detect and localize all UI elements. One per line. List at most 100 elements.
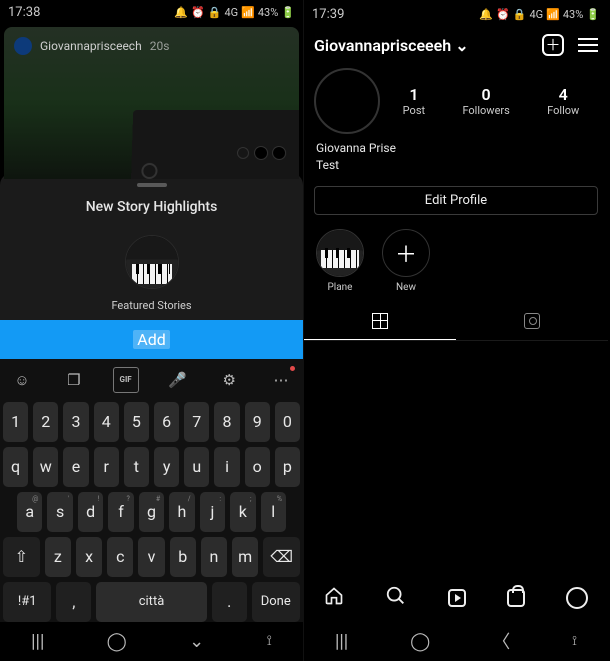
featured-label: Featured Stories xyxy=(0,299,303,312)
stat-following[interactable]: 4 Follow xyxy=(547,85,579,117)
keyboard-toolbar: ☺ ❐ GIF 🎤 ⚙ ⋯ xyxy=(3,365,300,397)
gif-icon[interactable]: GIF xyxy=(113,367,139,393)
nav-search-icon[interactable] xyxy=(385,585,407,612)
stat-followers[interactable]: 0 Followers xyxy=(462,85,509,117)
key-n[interactable]: n xyxy=(201,537,227,577)
nav-shop-icon[interactable] xyxy=(507,589,525,607)
key-o[interactable]: o xyxy=(245,447,270,487)
profile-tabs xyxy=(304,303,608,341)
key-8[interactable]: 8 xyxy=(214,402,239,442)
key-space[interactable]: città xyxy=(96,582,207,622)
key-h[interactable]: h/ xyxy=(169,492,194,532)
username-label: Giovannaprisceeeh xyxy=(314,36,451,55)
nav-profile-icon[interactable] xyxy=(566,587,588,609)
username-switcher[interactable]: Giovannaprisceeeh ⌄ xyxy=(314,36,469,55)
stat-posts[interactable]: 1 Post xyxy=(403,85,425,117)
add-button[interactable]: Add xyxy=(0,320,303,359)
app-bottom-nav xyxy=(304,575,608,621)
story-avatar[interactable] xyxy=(14,37,32,55)
sheet-drag-handle[interactable] xyxy=(137,183,167,187)
key-g[interactable]: g# xyxy=(139,492,164,532)
key-6[interactable]: 6 xyxy=(154,402,179,442)
key-d[interactable]: d! xyxy=(78,492,103,532)
nav-recents-icon[interactable]: ||| xyxy=(335,631,348,652)
nav-accessibility-icon[interactable]: ⟟ xyxy=(572,634,577,649)
key-done[interactable]: Done xyxy=(252,582,300,622)
highlights-tray: Plane ＋ New xyxy=(304,225,608,303)
highlight-new[interactable]: ＋ New xyxy=(382,229,430,293)
key-9[interactable]: 9 xyxy=(245,402,270,442)
key-2[interactable]: 2 xyxy=(33,402,58,442)
key-t[interactable]: t xyxy=(124,447,149,487)
menu-icon[interactable] xyxy=(578,38,598,52)
vpn-icon: 🔒 xyxy=(513,8,527,21)
key-l[interactable]: l% xyxy=(261,492,286,532)
settings-icon[interactable]: ⚙ xyxy=(216,367,242,393)
nav-home-icon[interactable]: ◯ xyxy=(410,631,430,652)
key-x[interactable]: x xyxy=(76,537,102,577)
key-v[interactable]: v xyxy=(138,537,164,577)
bio-text: Test xyxy=(316,157,596,174)
key-4[interactable]: 4 xyxy=(94,402,119,442)
vpn-icon: 🔒 xyxy=(208,6,222,19)
sticker-icon[interactable]: ❐ xyxy=(61,367,87,393)
stat-followers-label: Followers xyxy=(462,104,509,117)
tagged-icon xyxy=(524,313,540,329)
stat-posts-label: Post xyxy=(403,104,425,117)
key-comma[interactable]: , xyxy=(56,582,91,622)
nav-recents-icon[interactable]: ||| xyxy=(31,631,44,652)
key-m[interactable]: m xyxy=(232,537,258,577)
key-r[interactable]: r xyxy=(94,447,119,487)
tab-grid[interactable] xyxy=(304,303,456,340)
highlight-new-label: New xyxy=(396,282,416,293)
edit-profile-button[interactable]: Edit Profile xyxy=(314,186,598,215)
mic-icon[interactable]: 🎤 xyxy=(164,367,190,393)
key-1[interactable]: 1 xyxy=(3,402,28,442)
profile-avatar[interactable] xyxy=(314,68,380,134)
emoji-icon[interactable]: ☺ xyxy=(9,367,35,393)
key-s[interactable]: s' xyxy=(47,492,72,532)
key-j[interactable]: j: xyxy=(200,492,225,532)
nav-home-icon[interactable] xyxy=(324,586,344,611)
battery-label: 43% xyxy=(563,8,583,21)
key-7[interactable]: 7 xyxy=(184,402,209,442)
key-p[interactable]: p xyxy=(275,447,300,487)
key-z[interactable]: z xyxy=(45,537,71,577)
key-u[interactable]: u xyxy=(184,447,209,487)
key-e[interactable]: e xyxy=(63,447,88,487)
alarm-icon: ⏰ xyxy=(496,8,510,21)
highlight-item[interactable]: Plane xyxy=(316,229,364,293)
key-q[interactable]: q xyxy=(3,447,28,487)
key-b[interactable]: b xyxy=(170,537,196,577)
key-0[interactable]: 0 xyxy=(275,402,300,442)
clock: 17:38 xyxy=(8,5,40,20)
story-age: 20s xyxy=(150,39,170,53)
create-button[interactable]: ＋ xyxy=(542,34,564,56)
profile-screen: 17:39 🔔 ⏰ 🔒 4G 📶 43% 🔋 Giovannaprisceeeh… xyxy=(304,0,608,661)
more-icon[interactable]: ⋯ xyxy=(268,367,294,393)
key-3[interactable]: 3 xyxy=(63,402,88,442)
highlight-sheet: New Story Highlights Featured Stories xyxy=(0,173,303,320)
key-a[interactable]: a@ xyxy=(17,492,42,532)
key-5[interactable]: 5 xyxy=(124,402,149,442)
key-k[interactable]: k; xyxy=(230,492,255,532)
nav-home-icon[interactable]: ◯ xyxy=(107,631,127,652)
key-w[interactable]: w xyxy=(33,447,58,487)
nav-reels-icon[interactable] xyxy=(448,589,466,607)
tab-tagged[interactable] xyxy=(456,303,608,340)
story-username[interactable]: Giovannaprisceech xyxy=(40,39,142,53)
key-i[interactable]: i xyxy=(214,447,239,487)
key-symbols[interactable]: !#1 xyxy=(3,582,51,622)
key-shift[interactable]: ⇧ xyxy=(3,537,40,577)
key-y[interactable]: y xyxy=(154,447,179,487)
story-preview[interactable]: Giovannaprisceech 20s xyxy=(4,27,299,179)
key-dot[interactable]: . xyxy=(212,582,247,622)
key-f[interactable]: f? xyxy=(108,492,133,532)
nav-hide-keyboard-icon[interactable]: ⌄ xyxy=(189,631,204,652)
profile-feed-empty xyxy=(304,341,608,575)
nav-accessibility-icon[interactable]: ⟟ xyxy=(267,633,272,649)
highlight-cover-thumb[interactable] xyxy=(125,235,179,289)
key-backspace[interactable]: ⌫ xyxy=(263,537,300,577)
key-c[interactable]: c xyxy=(107,537,133,577)
nav-back-icon[interactable]: 〈 xyxy=(492,628,510,654)
